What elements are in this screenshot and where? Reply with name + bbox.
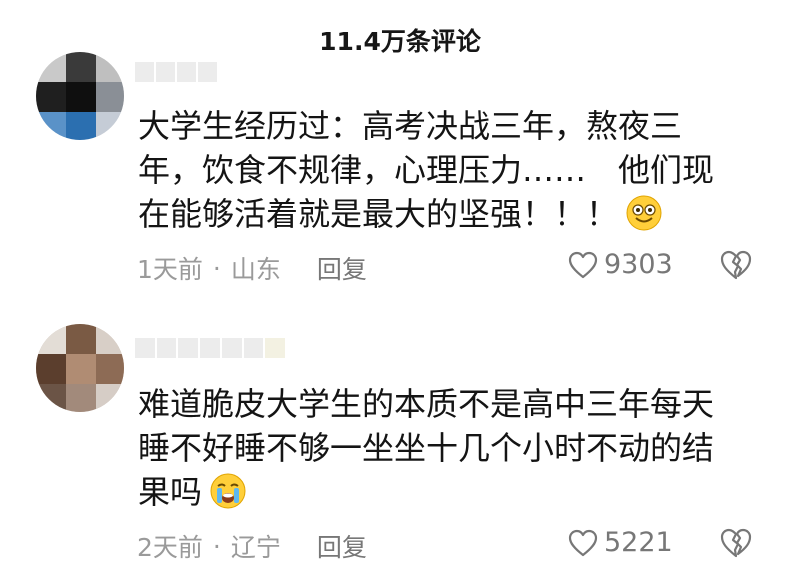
like-button[interactable]: 5221 [568, 527, 673, 558]
username-redacted[interactable] [135, 62, 217, 82]
broken-heart-icon [720, 250, 752, 280]
avatar[interactable] [36, 324, 124, 412]
meta-separator: · [212, 531, 221, 561]
like-count: 9303 [604, 249, 673, 280]
like-count: 5221 [604, 527, 673, 558]
comment-text: 大学生经历过：高考决战三年，熬夜三年，饮食不规律，心理压力…… 他们现在能够活着… [138, 107, 715, 233]
dislike-button[interactable] [720, 528, 752, 562]
comment-meta: 1天前 · 山东 回复 [137, 250, 367, 286]
heart-outline-icon [568, 251, 598, 278]
reply-button[interactable]: 回复 [317, 250, 367, 286]
comment-text: 难道脆皮大学生的本质不是高中三年每天睡不好睡不够一坐坐十几个小时不动的结果吗 [138, 385, 715, 511]
smiling-face-emoji [626, 195, 662, 231]
comment-location: 辽宁 [230, 533, 281, 562]
username-redacted[interactable] [135, 338, 286, 358]
like-button[interactable]: 9303 [568, 249, 673, 280]
dislike-button[interactable] [720, 250, 752, 284]
crying-face-emoji [210, 473, 246, 509]
broken-heart-icon [720, 528, 752, 558]
comment-meta: 2天前 · 辽宁 回复 [137, 528, 367, 564]
comment-time: 1天前 [137, 255, 203, 284]
comment-location: 山东 [230, 255, 281, 284]
meta-separator: · [212, 253, 221, 283]
comment-time: 2天前 [137, 533, 203, 562]
avatar[interactable] [36, 52, 124, 140]
reply-button[interactable]: 回复 [317, 528, 367, 564]
heart-outline-icon [568, 529, 598, 556]
